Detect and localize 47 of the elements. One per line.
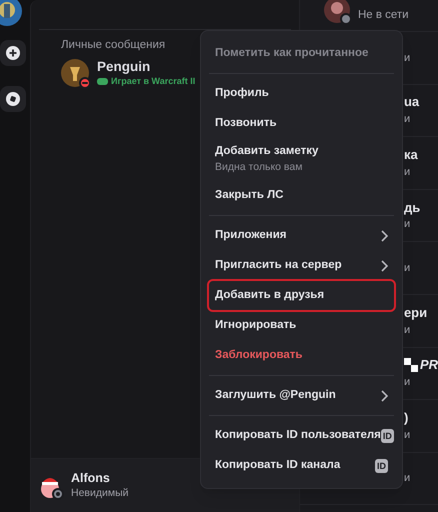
member-status: и: [404, 164, 412, 180]
member-status: и: [404, 217, 412, 232]
member-status: и: [404, 428, 412, 443]
member-status: и: [404, 375, 412, 390]
id-badge: ID: [375, 458, 388, 472]
chevron-right-icon: [380, 390, 388, 402]
member-name: PR: [420, 356, 438, 374]
member-status: и: [404, 260, 412, 276]
member-name: дь: [404, 198, 420, 217]
chevron-right-icon: [380, 260, 388, 272]
menu-item[interactable]: Игнорировать: [209, 311, 394, 340]
member-name: ): [404, 408, 408, 427]
dm-item[interactable]: Penguin Играет в Warcraft II: [31, 56, 201, 90]
menu-item[interactable]: Приложения: [209, 221, 394, 250]
menu-item[interactable]: Пригласить на сервер: [209, 251, 394, 280]
user-name: Alfons: [71, 471, 111, 487]
discover-button[interactable]: [0, 86, 26, 112]
id-badge: ID: [380, 428, 394, 442]
chevron-right-icon: [380, 230, 388, 242]
add-server-button[interactable]: [0, 40, 26, 66]
activity-text: Играет в Warcraft II: [111, 76, 196, 88]
compass-icon: [6, 92, 20, 106]
member-name: ери: [404, 304, 428, 322]
menu-item[interactable]: Пометить как прочитанное: [209, 39, 394, 68]
menu-item[interactable]: Заблокировать: [209, 341, 394, 370]
menu-item[interactable]: Копировать ID пользователя ID: [209, 421, 394, 450]
member-status: и: [404, 322, 412, 338]
menu-item[interactable]: Добавить в друзья: [209, 281, 394, 310]
plus-icon: [6, 46, 20, 60]
menu-item[interactable]: Заглушить @Penguin: [209, 381, 394, 410]
checkered-icon: [404, 358, 418, 372]
member-name: ка: [404, 146, 418, 164]
gamepad-icon: [97, 77, 108, 86]
menu-item[interactable]: Копировать ID канала ID: [209, 451, 394, 480]
menu-item[interactable]: Добавить заметку Видна только вам: [209, 139, 394, 180]
member-status: и: [404, 50, 412, 66]
member-status: и: [404, 471, 412, 486]
section-heading: Личные сообщения: [61, 38, 166, 53]
member-status: и: [404, 112, 412, 128]
menu-item-hint: Видна только вам: [215, 160, 304, 176]
user-name: Penguin: [97, 59, 152, 76]
user-status: Невидимый: [71, 486, 128, 500]
member-status: Не в сети: [358, 8, 409, 23]
menu-item[interactable]: Позвонить: [209, 109, 394, 138]
menu-item[interactable]: Закрыть ЛС: [209, 181, 394, 210]
member-name: ua: [404, 93, 420, 112]
menu-item[interactable]: Профиль: [209, 79, 394, 108]
